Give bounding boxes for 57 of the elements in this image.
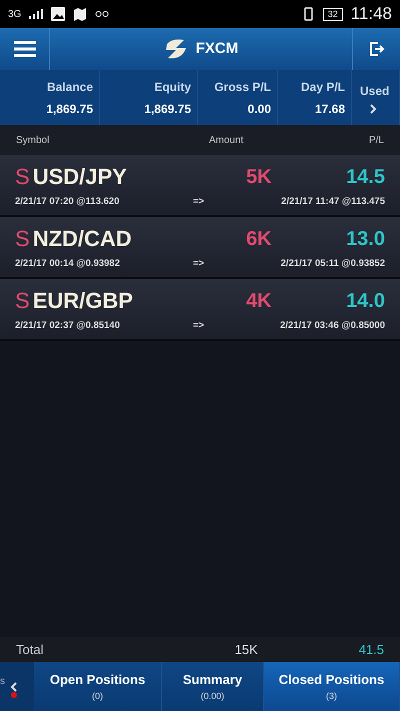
battery-indicator: 32 — [322, 8, 343, 20]
arrow-label: => — [193, 319, 206, 334]
open-time: 2/21/17 00:14 @0.93982 — [15, 257, 121, 272]
column-header[interactable]: P/L — [368, 132, 384, 148]
summary-label: Equity — [154, 78, 191, 96]
bottom-tab[interactable]: Open Positions (0) — [34, 662, 162, 711]
symbol-label: USD/JPY — [32, 163, 128, 192]
open-time: 2/21/17 02:37 @0.85140 — [15, 319, 121, 334]
map-icon — [73, 7, 88, 21]
summary-label: Used — [359, 82, 390, 100]
image-icon — [51, 7, 66, 21]
chevron-right-icon — [368, 104, 376, 114]
amount-label: 6K — [246, 226, 273, 252]
symbol-label: EUR/GBP — [32, 287, 134, 316]
side-label: S — [15, 163, 30, 192]
close-time: 2/21/17 05:11 @0.93852 — [280, 257, 385, 272]
network-indicator: 3G — [8, 8, 22, 22]
column-header[interactable]: Symbol — [16, 132, 209, 148]
amount-label: 4K — [246, 288, 273, 314]
summary-label: Day P/L — [300, 78, 345, 96]
summary-value: 1,869.75 — [46, 100, 93, 118]
app-title: FXCM — [196, 38, 238, 59]
total-label: Total — [16, 640, 44, 659]
position-row[interactable]: S EUR/GBP 4K 14.0 2/21/17 02:37 @0.85140 => 2/21/17 03:46 @0.85000 — [0, 279, 400, 341]
arrow-label: => — [193, 195, 206, 210]
pl-value: 14.0 — [346, 288, 385, 314]
summary-value: 17.68 — [314, 100, 345, 118]
total-pl: 41.5 — [358, 640, 384, 659]
bottom-tab[interactable]: Closed Positions (3) — [264, 662, 400, 711]
summary-value: 1,869.75 — [144, 100, 191, 118]
pl-value: 14.5 — [346, 164, 385, 190]
voicemail-icon — [95, 10, 110, 18]
menu-icon — [14, 41, 36, 57]
close-time: 2/21/17 11:47 @113.475 — [281, 195, 385, 210]
tab-scroll-left[interactable]: s — [0, 662, 34, 711]
pl-value: 13.0 — [346, 226, 385, 252]
position-row[interactable]: S NZD/CAD 6K 13.0 2/21/17 00:14 @0.93982 => 2/21/17 05:11 @0.93852 — [0, 217, 400, 279]
side-label: S — [15, 287, 30, 316]
chevron-left-icon — [10, 682, 18, 692]
signal-icon — [29, 9, 44, 19]
column-header[interactable]: Amount — [208, 132, 369, 148]
symbol-label: NZD/CAD — [32, 225, 133, 254]
bottom-tab[interactable]: Summary (0.00) — [162, 662, 264, 711]
position-row[interactable]: S USD/JPY 5K 14.5 2/21/17 07:20 @113.620 => 2/21/17 11:47 @113.475 — [0, 155, 400, 217]
clock: 11:48 — [350, 3, 392, 26]
logo-icon — [164, 38, 188, 60]
close-time: 2/21/17 03:46 @0.85000 — [280, 319, 385, 334]
summary-label: Balance — [46, 78, 93, 96]
side-label: S — [15, 225, 30, 254]
logout-icon — [368, 41, 384, 57]
summary-value: 0.00 — [248, 100, 271, 118]
arrow-label: => — [193, 257, 206, 272]
amount-label: 5K — [246, 164, 273, 190]
total-amount: 15K — [234, 640, 259, 659]
partial-tab-label: s — [0, 675, 5, 689]
summary-label: Gross P/L — [214, 78, 271, 96]
open-time: 2/21/17 07:20 @113.620 — [15, 195, 120, 210]
